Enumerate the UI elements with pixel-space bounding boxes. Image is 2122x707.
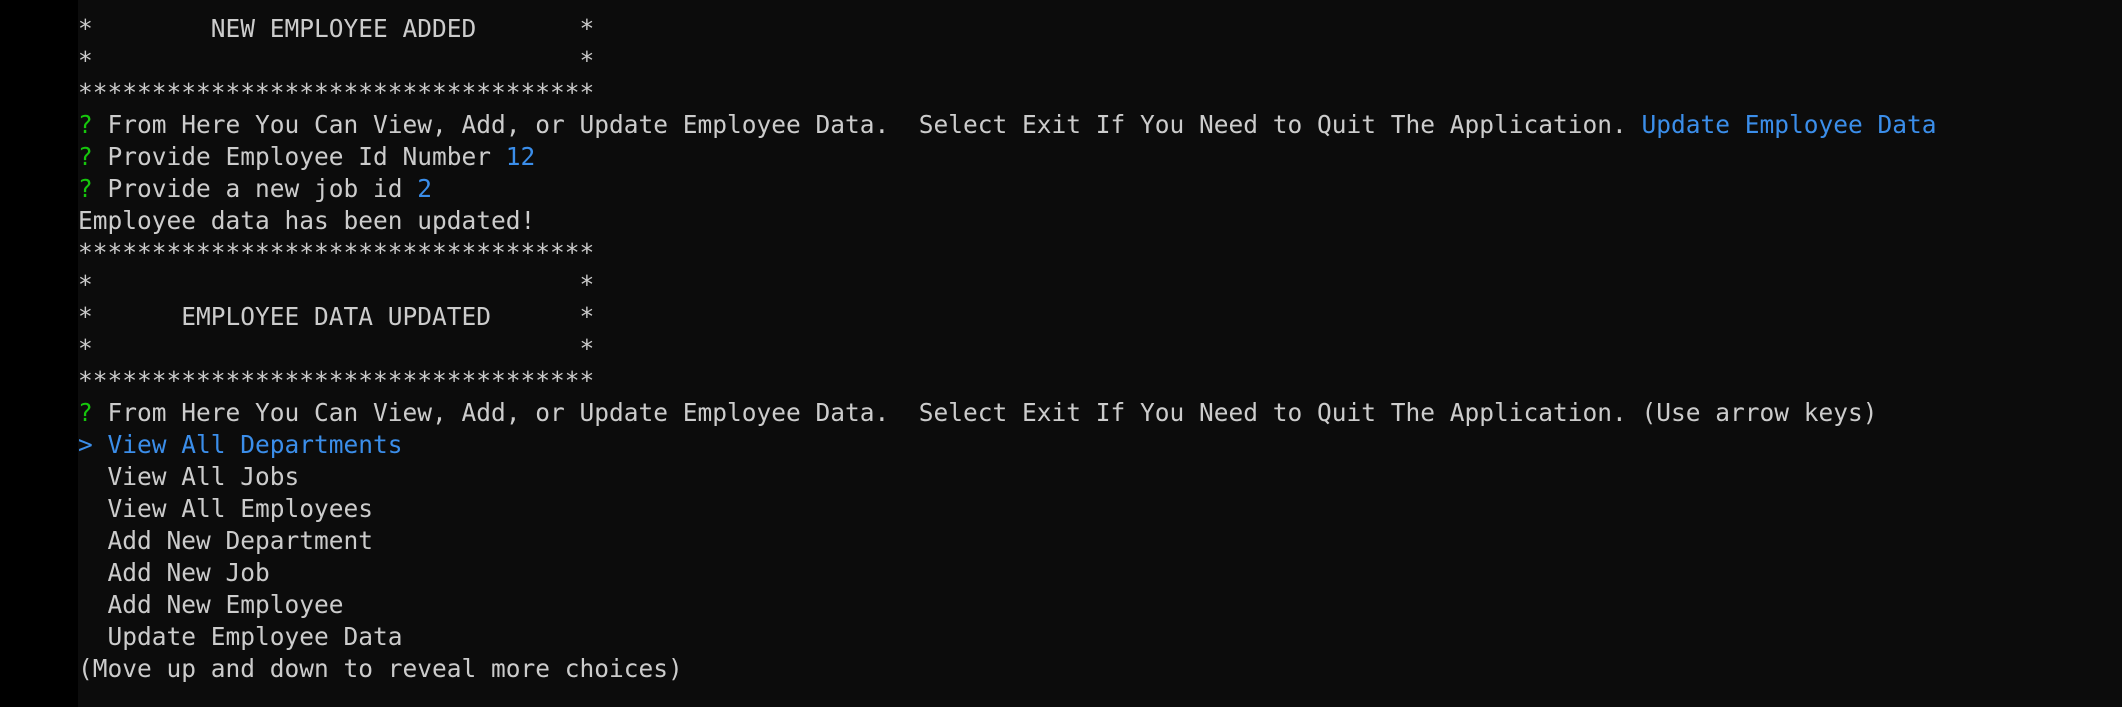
menu-option-add-new-department[interactable]: Add New Department — [78, 525, 374, 557]
prompt-text: From Here You Can View, Add, or Update E… — [92, 110, 1642, 139]
status-message: Employee data has been updated! — [78, 206, 536, 235]
menu-option-update-employee-data[interactable]: Update Employee Data — [78, 621, 403, 653]
menu-hint: (Move up and down to reveal more choices… — [78, 654, 683, 683]
banner-new-employee-added-line: * NEW EMPLOYEE ADDED * — [78, 14, 595, 43]
prompt-text: Provide a new job id — [92, 174, 418, 203]
terminal-output[interactable]: * NEW EMPLOYEE ADDED * * * *************… — [78, 0, 2122, 707]
main-menu-prompt-answered: ? From Here You Can View, Add, or Update… — [78, 109, 1937, 141]
menu-option-add-new-employee[interactable]: Add New Employee — [78, 589, 344, 621]
main-menu-prompt: ? From Here You Can View, Add, or Update… — [78, 397, 1878, 429]
prompt-answer: 2 — [417, 174, 433, 203]
menu-option-label: Add New Employee — [107, 590, 344, 619]
menu-option-label: View All Departments — [107, 430, 403, 459]
banner-employee-data-updated-line: * EMPLOYEE DATA UPDATED * — [78, 302, 595, 331]
banner-border-line: *********************************** — [78, 78, 595, 107]
banner-border-line: *********************************** — [78, 238, 595, 267]
prompt-answer: Update Employee Data — [1641, 110, 1937, 139]
menu-option-add-new-job[interactable]: Add New Job — [78, 557, 270, 589]
menu-option-label: View All Jobs — [107, 462, 300, 491]
banner-blank-line: * * — [78, 334, 595, 363]
menu-option-view-all-departments[interactable]: > View All Departments — [78, 429, 403, 461]
app-window: * NEW EMPLOYEE ADDED * * * *************… — [0, 0, 2122, 707]
selection-pointer-icon: > — [78, 430, 93, 459]
menu-option-view-all-employees[interactable]: View All Employees — [78, 493, 374, 525]
prompt-text: From Here You Can View, Add, or Update E… — [92, 398, 1878, 427]
menu-option-label: Add New Department — [107, 526, 374, 555]
menu-option-label: Update Employee Data — [107, 622, 403, 651]
banner-border-line: *********************************** — [78, 366, 595, 395]
banner-blank-line: * * — [78, 46, 595, 75]
menu-option-label: Add New Job — [107, 558, 270, 587]
prompt-answer: 12 — [505, 142, 536, 171]
prompt-text: Provide Employee Id Number — [92, 142, 506, 171]
question-mark-icon: ? — [78, 174, 93, 203]
menu-option-label: View All Employees — [107, 494, 374, 523]
menu-option-view-all-jobs[interactable]: View All Jobs — [78, 461, 300, 493]
question-mark-icon: ? — [78, 398, 93, 427]
employee-id-prompt: ? Provide Employee Id Number 12 — [78, 141, 535, 173]
question-mark-icon: ? — [78, 142, 93, 171]
question-mark-icon: ? — [78, 110, 93, 139]
job-id-prompt: ? Provide a new job id 2 — [78, 173, 432, 205]
banner-blank-line: * * — [78, 270, 595, 299]
